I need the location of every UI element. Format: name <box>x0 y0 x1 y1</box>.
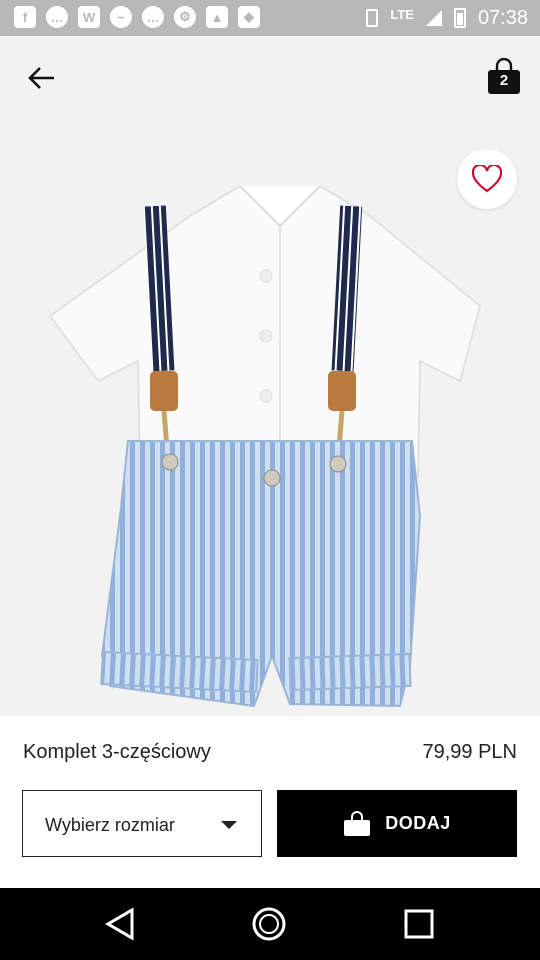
home-circle-icon <box>252 907 286 941</box>
product-name: Komplet 3-częściowy <box>23 741 211 763</box>
shopping-bag-icon <box>344 810 371 836</box>
status-time: 07:38 <box>477 6 528 29</box>
product-image-area: 2 <box>0 36 540 716</box>
messenger-icon: … <box>142 6 164 28</box>
battery-icon <box>453 8 466 28</box>
network-type: LTE <box>390 6 414 22</box>
product-photo <box>48 186 482 708</box>
cart-count-badge: 2 <box>499 72 509 89</box>
cart-button[interactable]: 2 <box>486 57 522 96</box>
facebook-icon: f <box>14 6 36 28</box>
nav-back-button[interactable] <box>102 906 138 942</box>
tag-icon: ◆ <box>238 6 260 28</box>
signal-icon <box>425 10 442 26</box>
status-bar: f … W ~ … ⚙ ▲ ◆ LTE 07:38 <box>0 0 540 36</box>
system-navigation-bar <box>0 888 540 960</box>
product-price: 79,99 PLN <box>422 741 517 763</box>
notification-icons: f … W ~ … ⚙ ▲ ◆ <box>14 6 260 28</box>
gallery-icon: ▲ <box>206 6 228 28</box>
caret-down-icon <box>221 821 237 829</box>
vk-icon: W <box>78 6 100 28</box>
messenger-icon: … <box>46 6 68 28</box>
arrow-left-icon <box>28 67 54 89</box>
messenger-icon: ~ <box>110 6 132 28</box>
back-button[interactable] <box>26 62 58 94</box>
square-recents-icon <box>404 909 434 939</box>
vibrate-icon <box>366 9 379 27</box>
add-to-cart-button[interactable]: DODAJ <box>277 790 517 857</box>
app-icon: ⚙ <box>174 6 196 28</box>
nav-home-button[interactable] <box>251 906 287 942</box>
nav-recents-button[interactable] <box>401 906 437 942</box>
add-to-cart-label: DODAJ <box>385 813 451 833</box>
size-select[interactable]: Wybierz rozmiar <box>22 790 262 857</box>
size-select-label: Wybierz rozmiar <box>45 815 175 835</box>
triangle-back-icon <box>105 907 134 941</box>
